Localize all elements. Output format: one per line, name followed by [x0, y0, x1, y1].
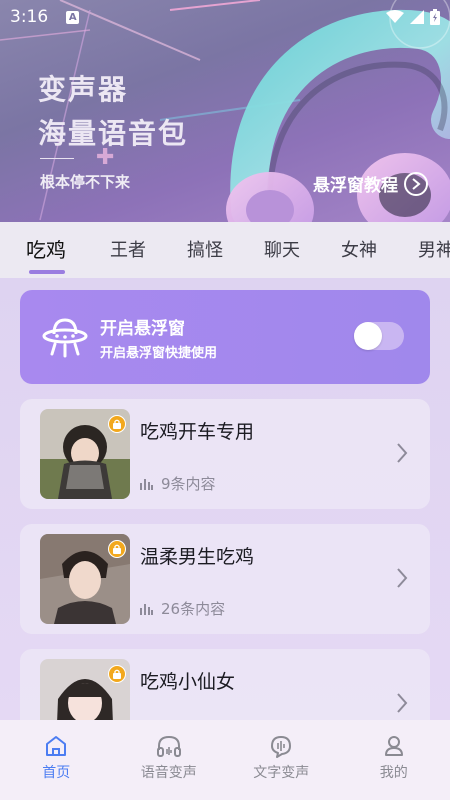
notification-icon: A — [66, 10, 80, 24]
profile-icon — [384, 736, 403, 756]
text-voice-icon — [271, 736, 292, 758]
status-time: 3:16 — [10, 7, 49, 27]
voice-pack-card[interactable]: 吃鸡小仙女 — [20, 649, 430, 720]
toggle-knob — [354, 322, 382, 350]
sparkle-icon: ✚ — [96, 145, 115, 170]
nav-voice-change[interactable]: 语音变声 — [113, 720, 226, 800]
lock-icon — [108, 415, 126, 433]
active-tab-indicator — [29, 270, 65, 274]
headphones-icon — [156, 735, 181, 757]
float-window-title: 开启悬浮窗 — [100, 318, 185, 339]
float-window-tutorial-link[interactable]: 悬浮窗教程 — [313, 171, 428, 196]
pack-title: 吃鸡小仙女 — [140, 671, 236, 693]
bottom-navigation: 首页 语音变声 文字变声 我的 — [0, 720, 450, 800]
tab-gaoguai[interactable]: 搞怪 — [187, 236, 223, 262]
nav-home[interactable]: 首页 — [0, 720, 113, 800]
tab-liaotian[interactable]: 聊天 — [264, 236, 300, 262]
tab-chiji[interactable]: 吃鸡 — [26, 234, 66, 263]
float-window-subtitle: 开启悬浮窗快捷使用 — [100, 345, 218, 361]
nav-profile-label: 我的 — [379, 765, 408, 781]
voice-pack-card[interactable]: 吃鸡开车专用 9条内容 — [20, 399, 430, 509]
bars-icon — [140, 478, 153, 490]
chevron-right-icon — [397, 443, 408, 463]
wifi-icon — [386, 10, 404, 23]
nav-text-voice[interactable]: 文字变声 — [225, 720, 338, 800]
banner-title: 变声器 — [38, 73, 129, 106]
category-tabs: 吃鸡 王者 搞怪 聊天 女神 男神 — [0, 222, 450, 278]
nav-voice-change-label: 语音变声 — [140, 765, 197, 781]
ufo-icon — [42, 318, 88, 358]
tab-nanshen[interactable]: 男神 — [418, 236, 450, 262]
pack-count: 9条内容 — [140, 473, 216, 494]
pack-count-label: 9条内容 — [161, 475, 216, 493]
status-bar: 3:16 A — [0, 0, 450, 34]
lock-icon — [108, 540, 126, 558]
chevron-right-icon — [397, 693, 408, 713]
voice-pack-card[interactable]: 温柔男生吃鸡 26条内容 — [20, 524, 430, 634]
pack-count: 26条内容 — [140, 598, 225, 619]
top-banner[interactable]: 3:16 A 变声器 海量语音包 ✚ 根本停不下来 悬浮窗教程 — [0, 0, 450, 222]
pack-title: 吃鸡开车专用 — [140, 421, 255, 443]
nav-home-label: 首页 — [42, 765, 71, 781]
chevron-right-circle-icon — [404, 171, 428, 196]
nav-text-voice-label: 文字变声 — [253, 765, 310, 781]
lock-icon — [108, 665, 126, 683]
signal-icon — [410, 10, 424, 24]
home-icon — [46, 736, 67, 756]
bars-icon — [140, 603, 153, 615]
banner-divider — [40, 158, 74, 159]
pack-title: 温柔男生吃鸡 — [140, 546, 255, 568]
nav-profile[interactable]: 我的 — [338, 720, 450, 800]
float-window-card[interactable]: 开启悬浮窗 开启悬浮窗快捷使用 — [20, 290, 430, 384]
tab-wangzhe[interactable]: 王者 — [110, 236, 146, 262]
tab-nvshen[interactable]: 女神 — [341, 236, 377, 262]
battery-icon — [430, 9, 440, 25]
pack-count-label: 26条内容 — [161, 600, 226, 618]
banner-subtitle: 根本停不下来 — [40, 173, 131, 191]
float-window-toggle[interactable] — [354, 322, 404, 350]
chevron-right-icon — [397, 568, 408, 588]
tutorial-link-label: 悬浮窗教程 — [313, 176, 398, 196]
